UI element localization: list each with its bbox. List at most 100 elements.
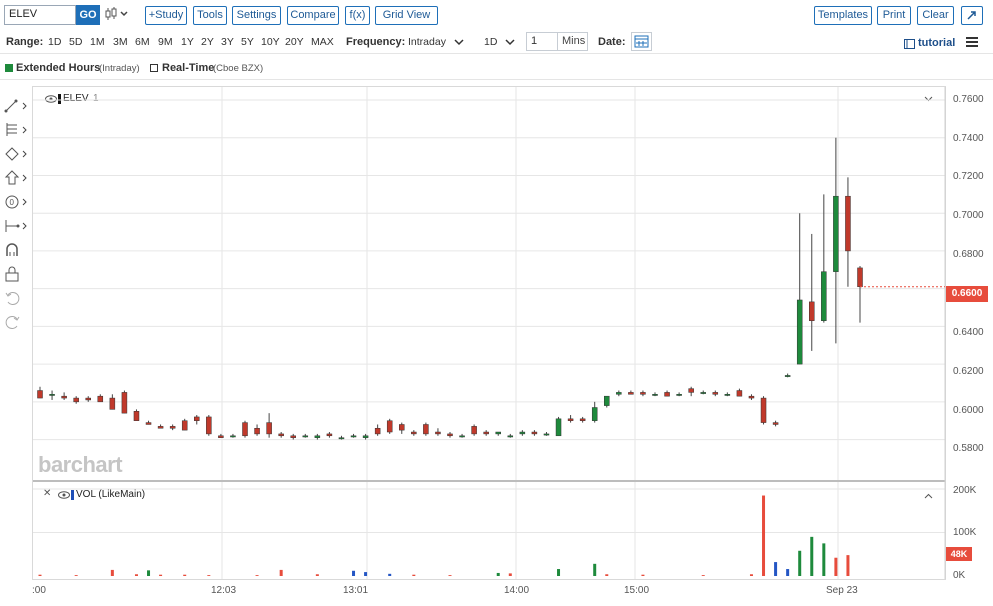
candle-body <box>809 301 815 321</box>
candle-body <box>519 431 526 435</box>
volume-tick: 200K <box>953 485 977 496</box>
candle-body <box>640 392 646 395</box>
candle-body <box>796 299 803 365</box>
candle-body <box>772 422 779 425</box>
candle-body <box>399 424 405 431</box>
candle-body <box>507 435 514 438</box>
candle-body <box>49 394 55 396</box>
volume-bar <box>388 573 392 576</box>
volume-bar <box>183 574 187 576</box>
volume-bar <box>508 573 512 576</box>
price-tick: 0.6200 <box>953 366 984 377</box>
candle-body <box>109 397 116 410</box>
volume-bar <box>846 555 850 576</box>
candle-body <box>314 435 321 438</box>
candle-body <box>591 407 598 421</box>
price-tick: 0.6000 <box>953 405 984 416</box>
volume-bar <box>255 575 259 576</box>
candle-body <box>567 418 574 421</box>
candle-body <box>218 435 224 438</box>
volume-bar <box>774 562 778 576</box>
candle-body <box>495 431 501 435</box>
price-tick: 0.7600 <box>953 94 984 105</box>
candle-body <box>857 267 863 288</box>
volume-bar <box>593 563 597 576</box>
candle-body <box>230 435 236 438</box>
candle-body <box>423 424 429 435</box>
candle-body <box>664 392 670 397</box>
candle-body <box>121 392 128 414</box>
volume-bar <box>364 572 368 576</box>
candle-body <box>61 395 67 399</box>
volume-bar <box>147 570 151 576</box>
candle-body <box>411 431 417 435</box>
price-tick: 0.5800 <box>953 443 984 454</box>
candle-body <box>374 427 381 435</box>
candle-body <box>447 433 453 437</box>
price-tick: 0.7400 <box>953 133 984 144</box>
volume-bar <box>279 569 283 576</box>
candle-body <box>579 418 586 421</box>
candle-body <box>254 427 260 435</box>
candle-body <box>760 397 767 423</box>
volume-bar <box>207 575 211 576</box>
candle-body <box>688 388 694 393</box>
volume-bar <box>134 574 138 576</box>
volume-bar <box>448 575 452 576</box>
candle-body <box>543 433 550 436</box>
price-tick: 0.7000 <box>953 210 984 221</box>
volume-bar <box>834 557 838 576</box>
x-tick: 13:01 <box>343 585 369 596</box>
candle-body <box>206 416 212 435</box>
candle-body <box>652 394 658 396</box>
candle-body <box>266 422 272 435</box>
candle-body <box>169 426 176 429</box>
x-tick: 12:03 <box>211 585 237 596</box>
volume-bar <box>496 572 500 576</box>
volume-bar <box>38 574 42 576</box>
candle-body <box>531 431 538 435</box>
candle-body <box>145 422 152 425</box>
chart-svg <box>33 87 946 579</box>
volume-bar <box>762 495 766 576</box>
candle-body <box>278 433 284 437</box>
volume-bar <box>641 574 645 576</box>
volume-bar <box>557 569 561 576</box>
volume-bar <box>412 574 416 576</box>
volume-bar <box>822 543 826 576</box>
candle-body <box>97 395 104 403</box>
volume-bar <box>352 570 356 576</box>
candle-body <box>616 392 622 395</box>
candle-body <box>338 437 345 440</box>
volume-bar <box>749 574 753 576</box>
volume-bar <box>605 574 609 576</box>
volume-bar <box>159 574 163 576</box>
candle-body <box>73 397 79 403</box>
price-tick: 0.7200 <box>953 171 984 182</box>
candle-body <box>157 426 164 429</box>
volume-bar <box>810 536 814 576</box>
x-tick: :00 <box>32 585 46 596</box>
candle-body <box>386 420 393 433</box>
volume-tick: 0K <box>953 570 966 581</box>
candle-body <box>242 422 248 437</box>
volume-bar <box>798 550 802 576</box>
price-tick: 0.6800 <box>953 249 984 260</box>
candle-body <box>712 392 719 395</box>
candle-body <box>833 195 839 272</box>
candle-body <box>604 395 610 406</box>
volume-bar <box>315 574 319 576</box>
candle-body <box>483 431 489 435</box>
candle-body <box>821 271 827 321</box>
x-tick: 15:00 <box>624 585 650 596</box>
candle-body <box>555 418 562 437</box>
candle-body <box>784 375 791 377</box>
candle-body <box>700 392 706 394</box>
candle-body <box>194 416 200 421</box>
candle-body <box>350 435 357 438</box>
candle-body <box>181 420 188 431</box>
candle-body <box>362 435 369 438</box>
volume-bar <box>701 575 705 576</box>
candle-body <box>37 390 43 399</box>
volume-bar <box>110 569 114 576</box>
